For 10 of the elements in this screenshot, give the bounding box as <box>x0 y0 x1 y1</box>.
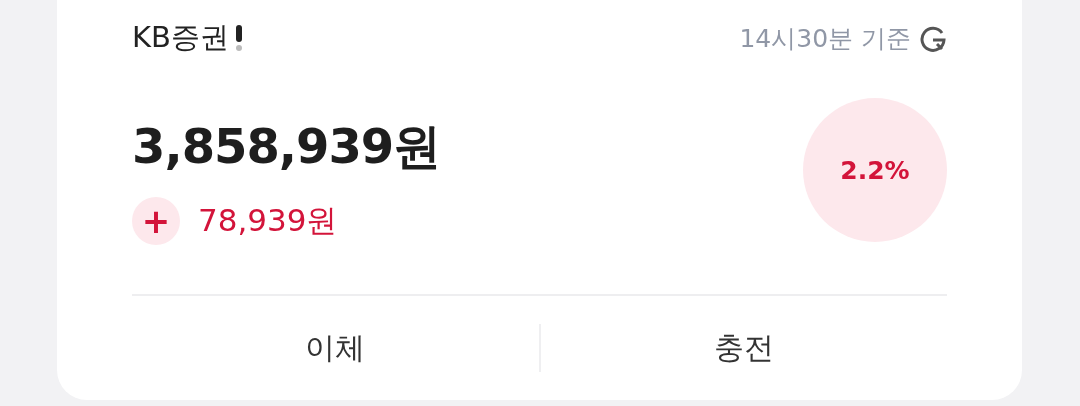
timestamp: 14시30분 기준 <box>739 22 911 55</box>
return-rate-badge: 2.2% <box>803 98 947 242</box>
account-name: KB증권 <box>132 19 229 56</box>
refresh-icon[interactable] <box>919 24 947 52</box>
action-button[interactable]: 이체 <box>132 313 539 383</box>
exclamation-icon <box>234 25 243 51</box>
change-sign: + <box>132 197 180 245</box>
action-button[interactable]: 충전 <box>540 313 947 383</box>
change-amount: 78,939원 <box>198 201 338 240</box>
balance-amount: 3,858,939원 <box>132 117 441 176</box>
